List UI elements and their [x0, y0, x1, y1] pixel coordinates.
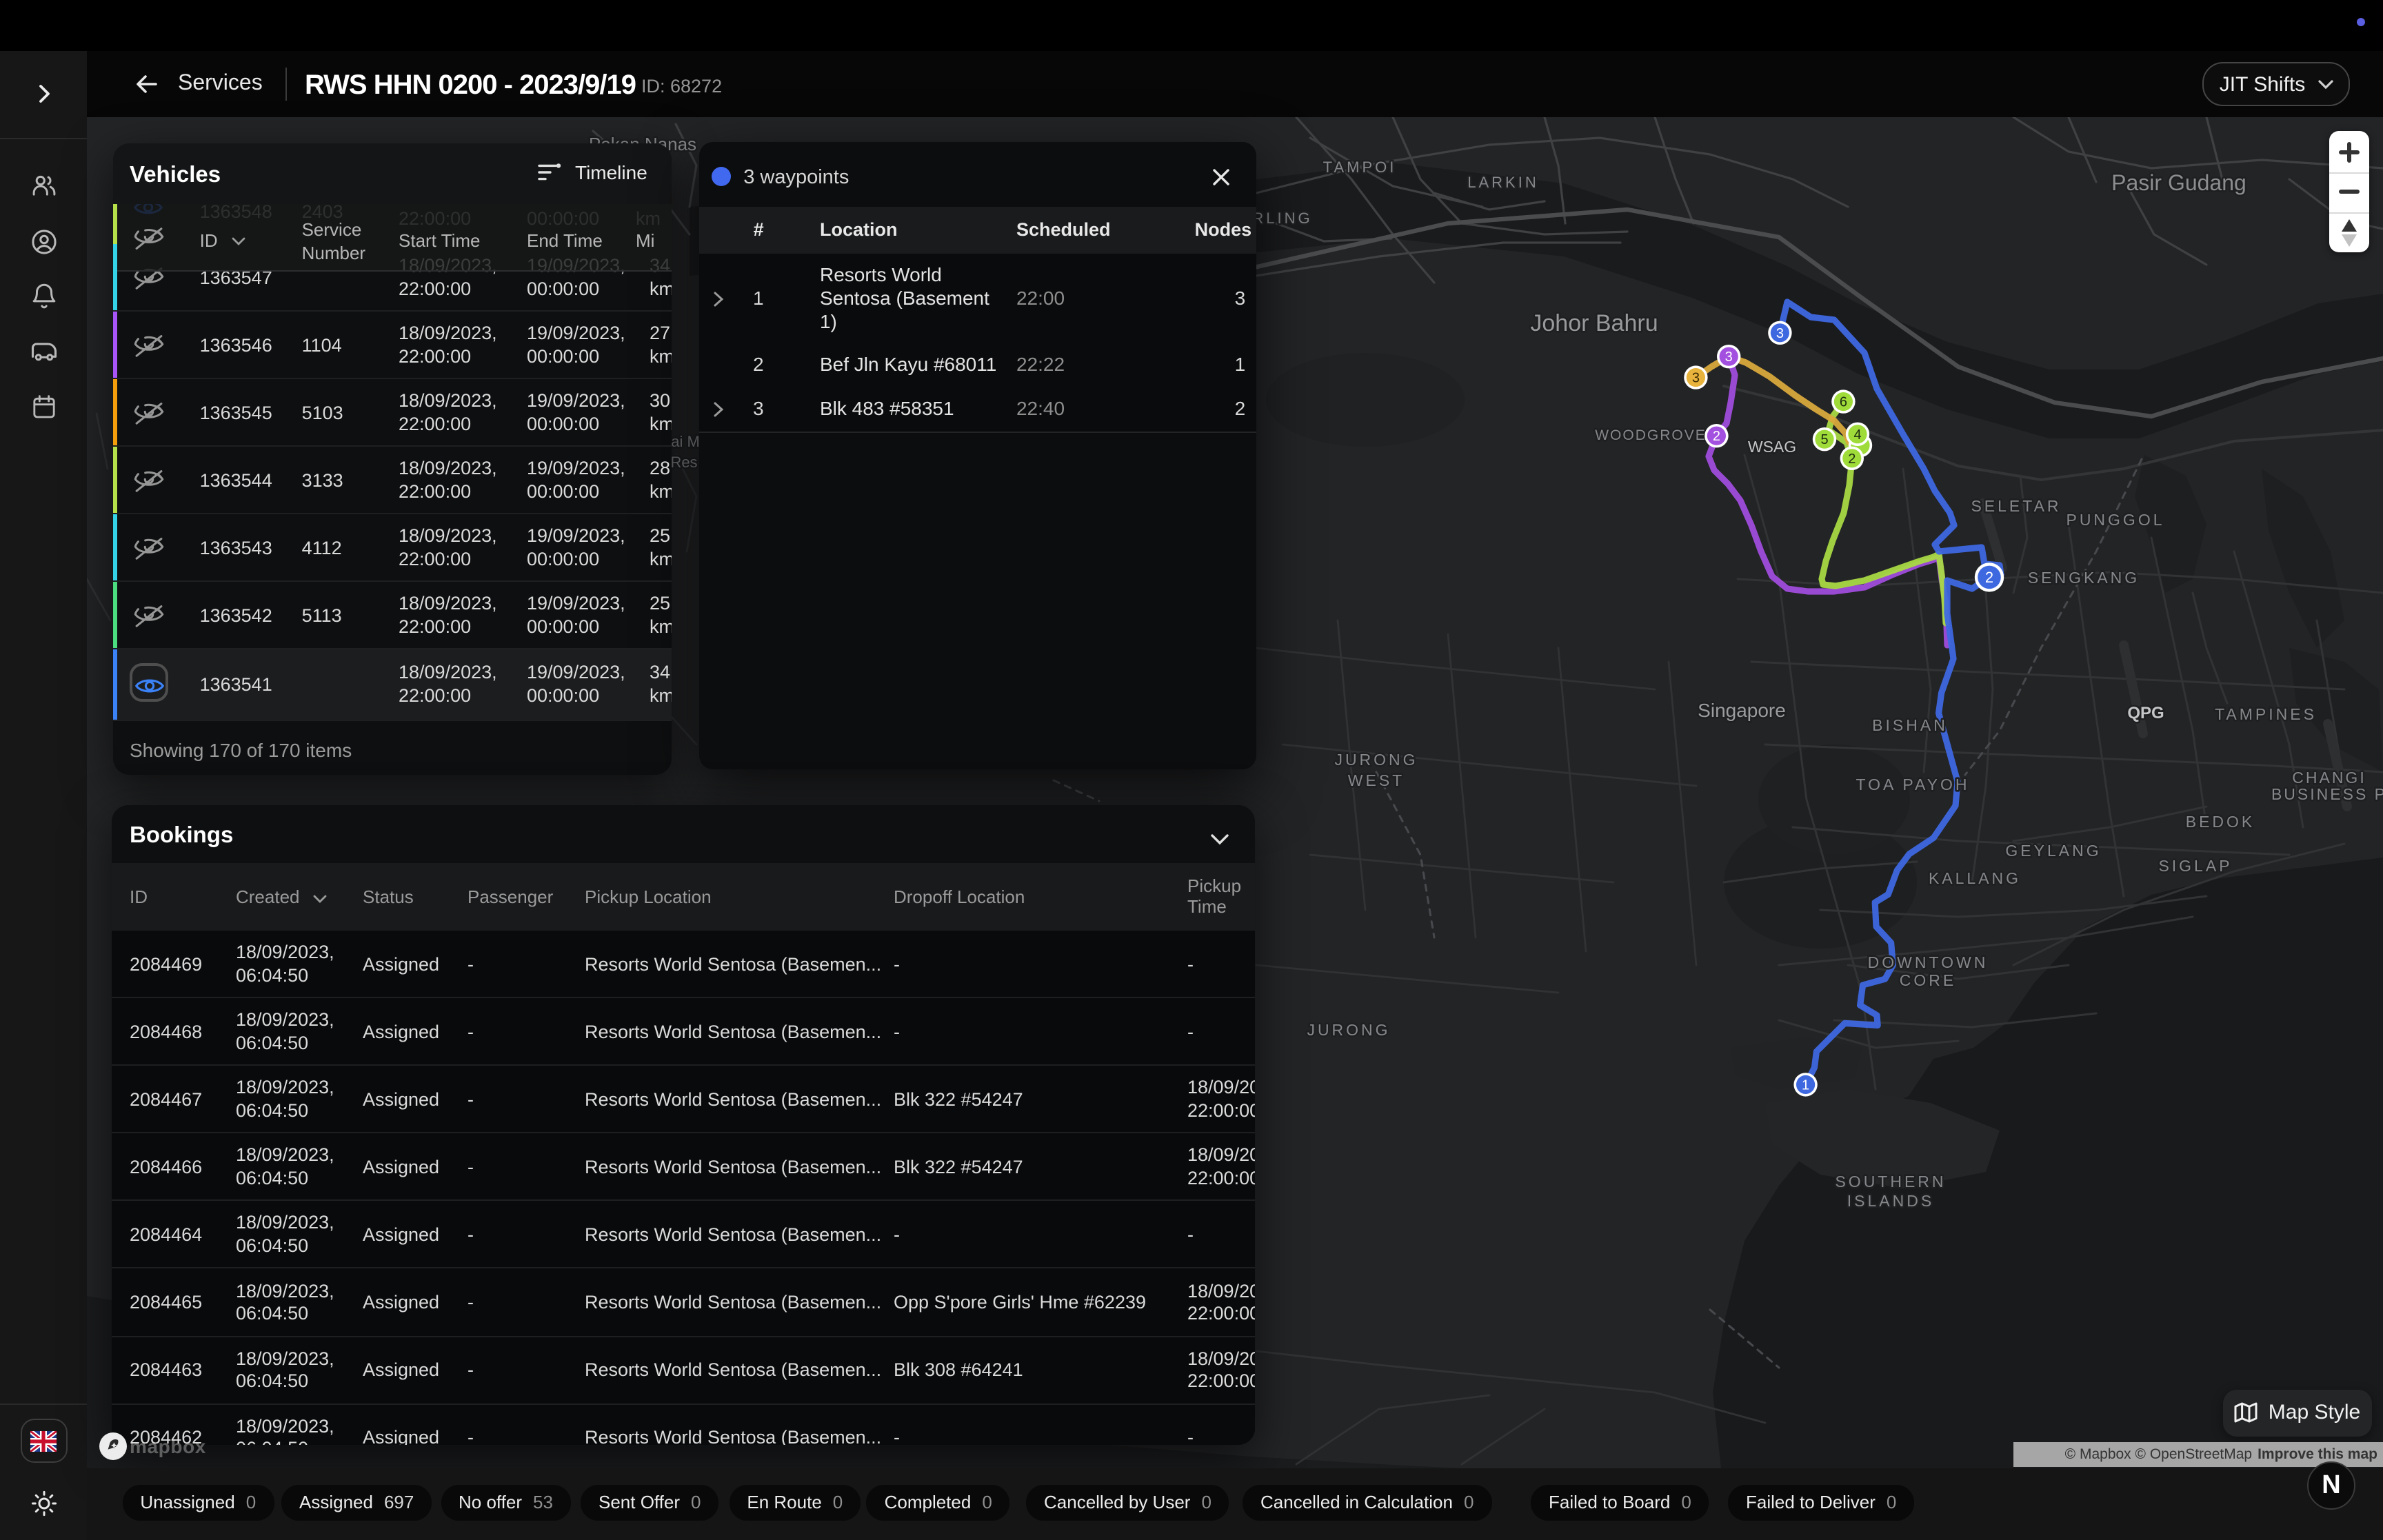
svg-text:ai M: ai M: [671, 433, 700, 450]
svg-text:Res: Res: [670, 454, 697, 471]
svg-text:BISHAN: BISHAN: [1872, 716, 1948, 734]
svg-text:BEDOK: BEDOK: [2186, 813, 2255, 831]
svg-text:JURONG: JURONG: [1307, 1021, 1390, 1039]
svg-text:WSAG: WSAG: [1748, 438, 1796, 456]
svg-text:SENGKANG: SENGKANG: [2028, 569, 2140, 587]
svg-text:2: 2: [1713, 429, 1720, 444]
svg-text:6: 6: [1840, 395, 1847, 410]
svg-text:4: 4: [1853, 427, 1861, 443]
svg-text:Johor Bahru: Johor Bahru: [1530, 310, 1658, 336]
svg-text:SELETAR: SELETAR: [1971, 497, 2061, 515]
svg-text:SOUTHERN: SOUTHERN: [1835, 1173, 1946, 1191]
svg-text:RLING: RLING: [1252, 210, 1312, 227]
svg-text:WOODGROVE: WOODGROVE: [1595, 427, 1707, 443]
svg-text:CORE: CORE: [1900, 971, 1956, 989]
svg-text:3: 3: [1776, 326, 1784, 341]
svg-text:QPG: QPG: [2127, 704, 2164, 722]
svg-text:2: 2: [1985, 569, 1993, 586]
svg-text:SIGLAP: SIGLAP: [2158, 857, 2232, 875]
svg-text:1: 1: [1802, 1077, 1809, 1093]
svg-text:WEST: WEST: [1348, 771, 1405, 789]
svg-text:JURONG: JURONG: [1334, 751, 1418, 769]
svg-text:TOA PAYOH: TOA PAYOH: [1856, 776, 1969, 793]
svg-text:LARKIN: LARKIN: [1467, 174, 1538, 191]
svg-text:CHANGI: CHANGI: [2292, 769, 2366, 787]
svg-text:3: 3: [1725, 349, 1733, 365]
svg-text:2: 2: [1848, 452, 1856, 467]
svg-text:Pasir Gudang: Pasir Gudang: [2111, 170, 2246, 195]
svg-text:DOWNTOWN: DOWNTOWN: [1868, 953, 1989, 971]
svg-text:ISLANDS: ISLANDS: [1847, 1192, 1934, 1210]
svg-text:GEYLANG: GEYLANG: [2005, 842, 2101, 860]
svg-text:TAMPOI: TAMPOI: [1323, 159, 1397, 176]
svg-text:TAMPINES: TAMPINES: [2215, 705, 2317, 723]
svg-text:PUNGGOL: PUNGGOL: [2066, 511, 2164, 529]
svg-text:Singapore: Singapore: [1698, 700, 1786, 721]
svg-text:3: 3: [1692, 371, 1700, 386]
svg-text:5: 5: [1820, 432, 1828, 447]
svg-text:BUSINESS P: BUSINESS P: [2271, 785, 2383, 803]
svg-text:KALLANG: KALLANG: [1929, 869, 2021, 887]
